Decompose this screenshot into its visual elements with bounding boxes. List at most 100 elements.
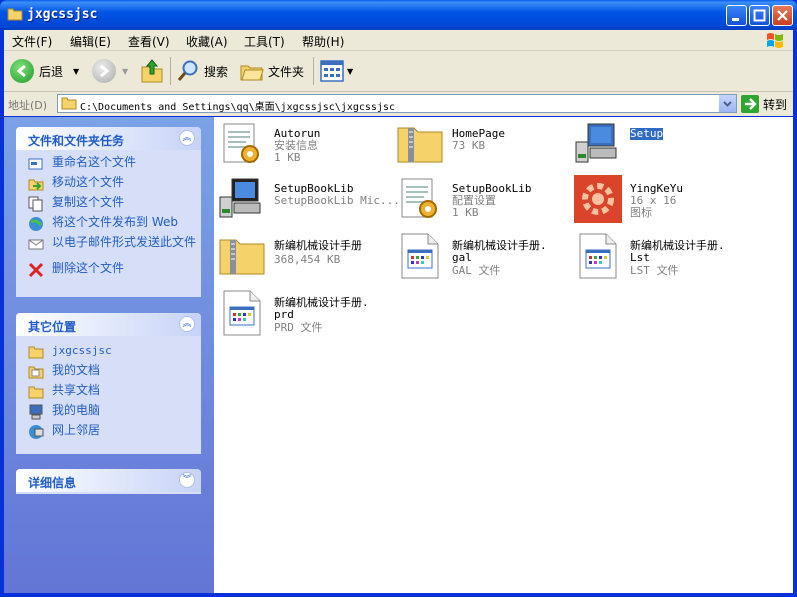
file-item-manual-prd[interactable]: 新编机械设计手册. prd PRD 文件 xyxy=(218,289,393,339)
shared-documents-icon xyxy=(28,386,44,399)
collapse-icon[interactable]: ︽ xyxy=(179,316,195,332)
task-copy[interactable]: 复制这个文件 xyxy=(16,196,201,216)
file-item-manual-lst[interactable]: 新编机械设计手册. Lst LST 文件 xyxy=(574,232,749,282)
file-item-manual-zip[interactable]: 新编机械设计手册 368,454 KB xyxy=(218,232,393,282)
expand-icon[interactable]: ︾ xyxy=(179,472,195,488)
file-name: 新编机械设计手册 xyxy=(274,239,362,252)
file-tasks-header[interactable]: 文件和文件夹任务 ︽ xyxy=(16,127,201,150)
go-label: 转到 xyxy=(763,97,788,112)
task-pane: 文件和文件夹任务 ︽ 重命名这个文件 移动这个文件 复制这个文件 将这个文件发布… xyxy=(4,117,214,593)
zip-folder-icon xyxy=(397,127,443,163)
file-type: GAL 文件 xyxy=(452,264,501,277)
task-publish-web[interactable]: 将这个文件发布到 Web xyxy=(16,216,201,236)
file-name: 新编机械设计手册. prd xyxy=(274,296,369,321)
task-move[interactable]: 移动这个文件 xyxy=(16,176,201,196)
file-type: LST 文件 xyxy=(630,264,679,277)
file-item-manual-gal[interactable]: 新编机械设计手册. gal GAL 文件 xyxy=(396,232,571,282)
rename-icon xyxy=(28,158,43,170)
place-my-documents-label: 我的文档 xyxy=(52,363,101,377)
file-folder-tasks-panel: 文件和文件夹任务 ︽ 重命名这个文件 移动这个文件 复制这个文件 将这个文件发布… xyxy=(16,127,201,297)
forward-arrow-icon xyxy=(92,59,116,83)
file-name: 新编机械设计手册. gal xyxy=(452,239,547,264)
other-places-header[interactable]: 其它位置 ︽ xyxy=(16,313,201,336)
forward-button[interactable]: ▼ xyxy=(92,59,128,83)
my-documents-icon xyxy=(28,366,44,379)
folder-icon xyxy=(28,346,44,359)
file-type: 图标 xyxy=(630,206,652,219)
up-folder-button[interactable] xyxy=(140,58,164,84)
title-bar[interactable]: jxgcssjsc xyxy=(0,0,797,30)
address-label: 地址(D) xyxy=(8,99,48,112)
menu-file[interactable]: 文件(F) xyxy=(12,33,52,50)
search-button[interactable]: 搜索 xyxy=(176,59,228,83)
minimize-button[interactable] xyxy=(726,5,747,26)
search-label: 搜索 xyxy=(204,64,229,79)
details-header[interactable]: 详细信息 ︾ xyxy=(16,469,201,492)
folders-label: 文件夹 xyxy=(268,64,305,79)
gear-image-icon xyxy=(574,175,622,223)
views-dropdown-icon: ▼ xyxy=(347,66,354,76)
task-rename[interactable]: 重命名这个文件 xyxy=(16,156,201,176)
details-panel: 详细信息 ︾ xyxy=(16,469,201,494)
file-name: 新编机械设计手册. Lst xyxy=(630,239,725,264)
place-my-computer-label: 我的电脑 xyxy=(52,403,101,417)
place-network-label: 网上邻居 xyxy=(52,423,101,437)
file-item-setup[interactable]: Setup xyxy=(574,120,749,170)
task-delete-label: 删除这个文件 xyxy=(52,261,125,275)
file-item-yingkeyu[interactable]: YingKeYu 16 x 16 图标 xyxy=(574,175,749,225)
address-bar: 地址(D) C:\Documents and Settings\qq\桌面\jx… xyxy=(4,92,793,116)
folders-button[interactable]: 文件夹 xyxy=(240,59,304,83)
inf-settings-icon xyxy=(223,123,259,163)
file-size: 1 KB xyxy=(452,206,479,219)
place-shared-documents[interactable]: 共享文档 xyxy=(16,384,201,404)
views-icon xyxy=(320,60,344,82)
maximize-button[interactable] xyxy=(749,5,770,26)
setup-computer-icon xyxy=(575,123,617,163)
views-button[interactable]: ▼ xyxy=(320,60,353,82)
task-publish-web-label: 将这个文件发布到 Web xyxy=(52,215,178,229)
other-places-title: 其它位置 xyxy=(28,320,77,334)
place-network[interactable]: 网上邻居 xyxy=(16,424,201,444)
menu-view[interactable]: 查看(V) xyxy=(128,33,170,50)
back-label: 后退 xyxy=(39,64,64,79)
task-email-label: 以电子邮件形式发送此文件 xyxy=(52,235,197,249)
address-input[interactable]: C:\Documents and Settings\qq\桌面\jxgcssjs… xyxy=(57,94,737,113)
file-item-homepage[interactable]: HomePage 73 KB xyxy=(396,120,571,170)
task-email[interactable]: 以电子邮件形式发送此文件 xyxy=(16,236,201,262)
go-button[interactable]: 转到 xyxy=(741,95,787,113)
file-list-view: Autorun 安装信息 1 KB HomePage 73 KB Setup S… xyxy=(214,117,793,593)
publish-web-icon xyxy=(29,217,43,231)
task-delete[interactable]: 删除这个文件 xyxy=(16,262,201,282)
address-dropdown-button[interactable] xyxy=(719,95,736,112)
forward-dropdown-icon[interactable]: ▼ xyxy=(122,67,128,76)
back-button[interactable]: 后退 ▼ xyxy=(10,59,79,83)
other-places-panel: 其它位置 ︽ jxgcssjsc 我的文档 共享文档 我的电脑 网上邻居 xyxy=(16,313,201,454)
chevron-down-icon xyxy=(723,101,732,107)
file-description: SetupBookLib Mic... xyxy=(274,194,400,207)
move-icon xyxy=(28,179,44,191)
place-jxgcssjsc[interactable]: jxgcssjsc xyxy=(16,344,201,364)
minimize-icon xyxy=(732,18,739,21)
file-size: 73 KB xyxy=(452,139,486,152)
task-move-label: 移动这个文件 xyxy=(52,175,125,189)
back-dropdown-icon[interactable]: ▼ xyxy=(73,67,79,76)
collapse-icon[interactable]: ︽ xyxy=(179,130,195,146)
file-item-setupbooklib-exe[interactable]: SetupBookLib SetupBookLib Mic... xyxy=(218,175,400,225)
my-computer-icon xyxy=(29,404,43,420)
email-icon xyxy=(28,239,44,250)
place-my-documents[interactable]: 我的文档 xyxy=(16,364,201,384)
file-item-setupbooklib-ini[interactable]: SetupBookLib 配置设置 1 KB xyxy=(396,175,571,225)
file-size: 368,454 KB xyxy=(274,253,341,266)
menu-tools[interactable]: 工具(T) xyxy=(244,33,285,50)
file-tasks-title: 文件和文件夹任务 xyxy=(28,134,125,148)
menu-favorites[interactable]: 收藏(A) xyxy=(186,33,228,50)
close-button[interactable] xyxy=(772,5,793,26)
menu-help[interactable]: 帮助(H) xyxy=(302,33,344,50)
file-item-autorun[interactable]: Autorun 安装信息 1 KB xyxy=(218,120,393,170)
windows-logo-icon xyxy=(767,33,783,48)
details-title: 详细信息 xyxy=(28,476,77,490)
file-size: 1 KB xyxy=(274,151,301,164)
place-my-computer[interactable]: 我的电脑 xyxy=(16,404,201,424)
menu-edit[interactable]: 编辑(E) xyxy=(70,33,111,50)
standard-toolbar: 后退 ▼ ▼ 搜索 文件夹 ▼ xyxy=(4,51,793,92)
